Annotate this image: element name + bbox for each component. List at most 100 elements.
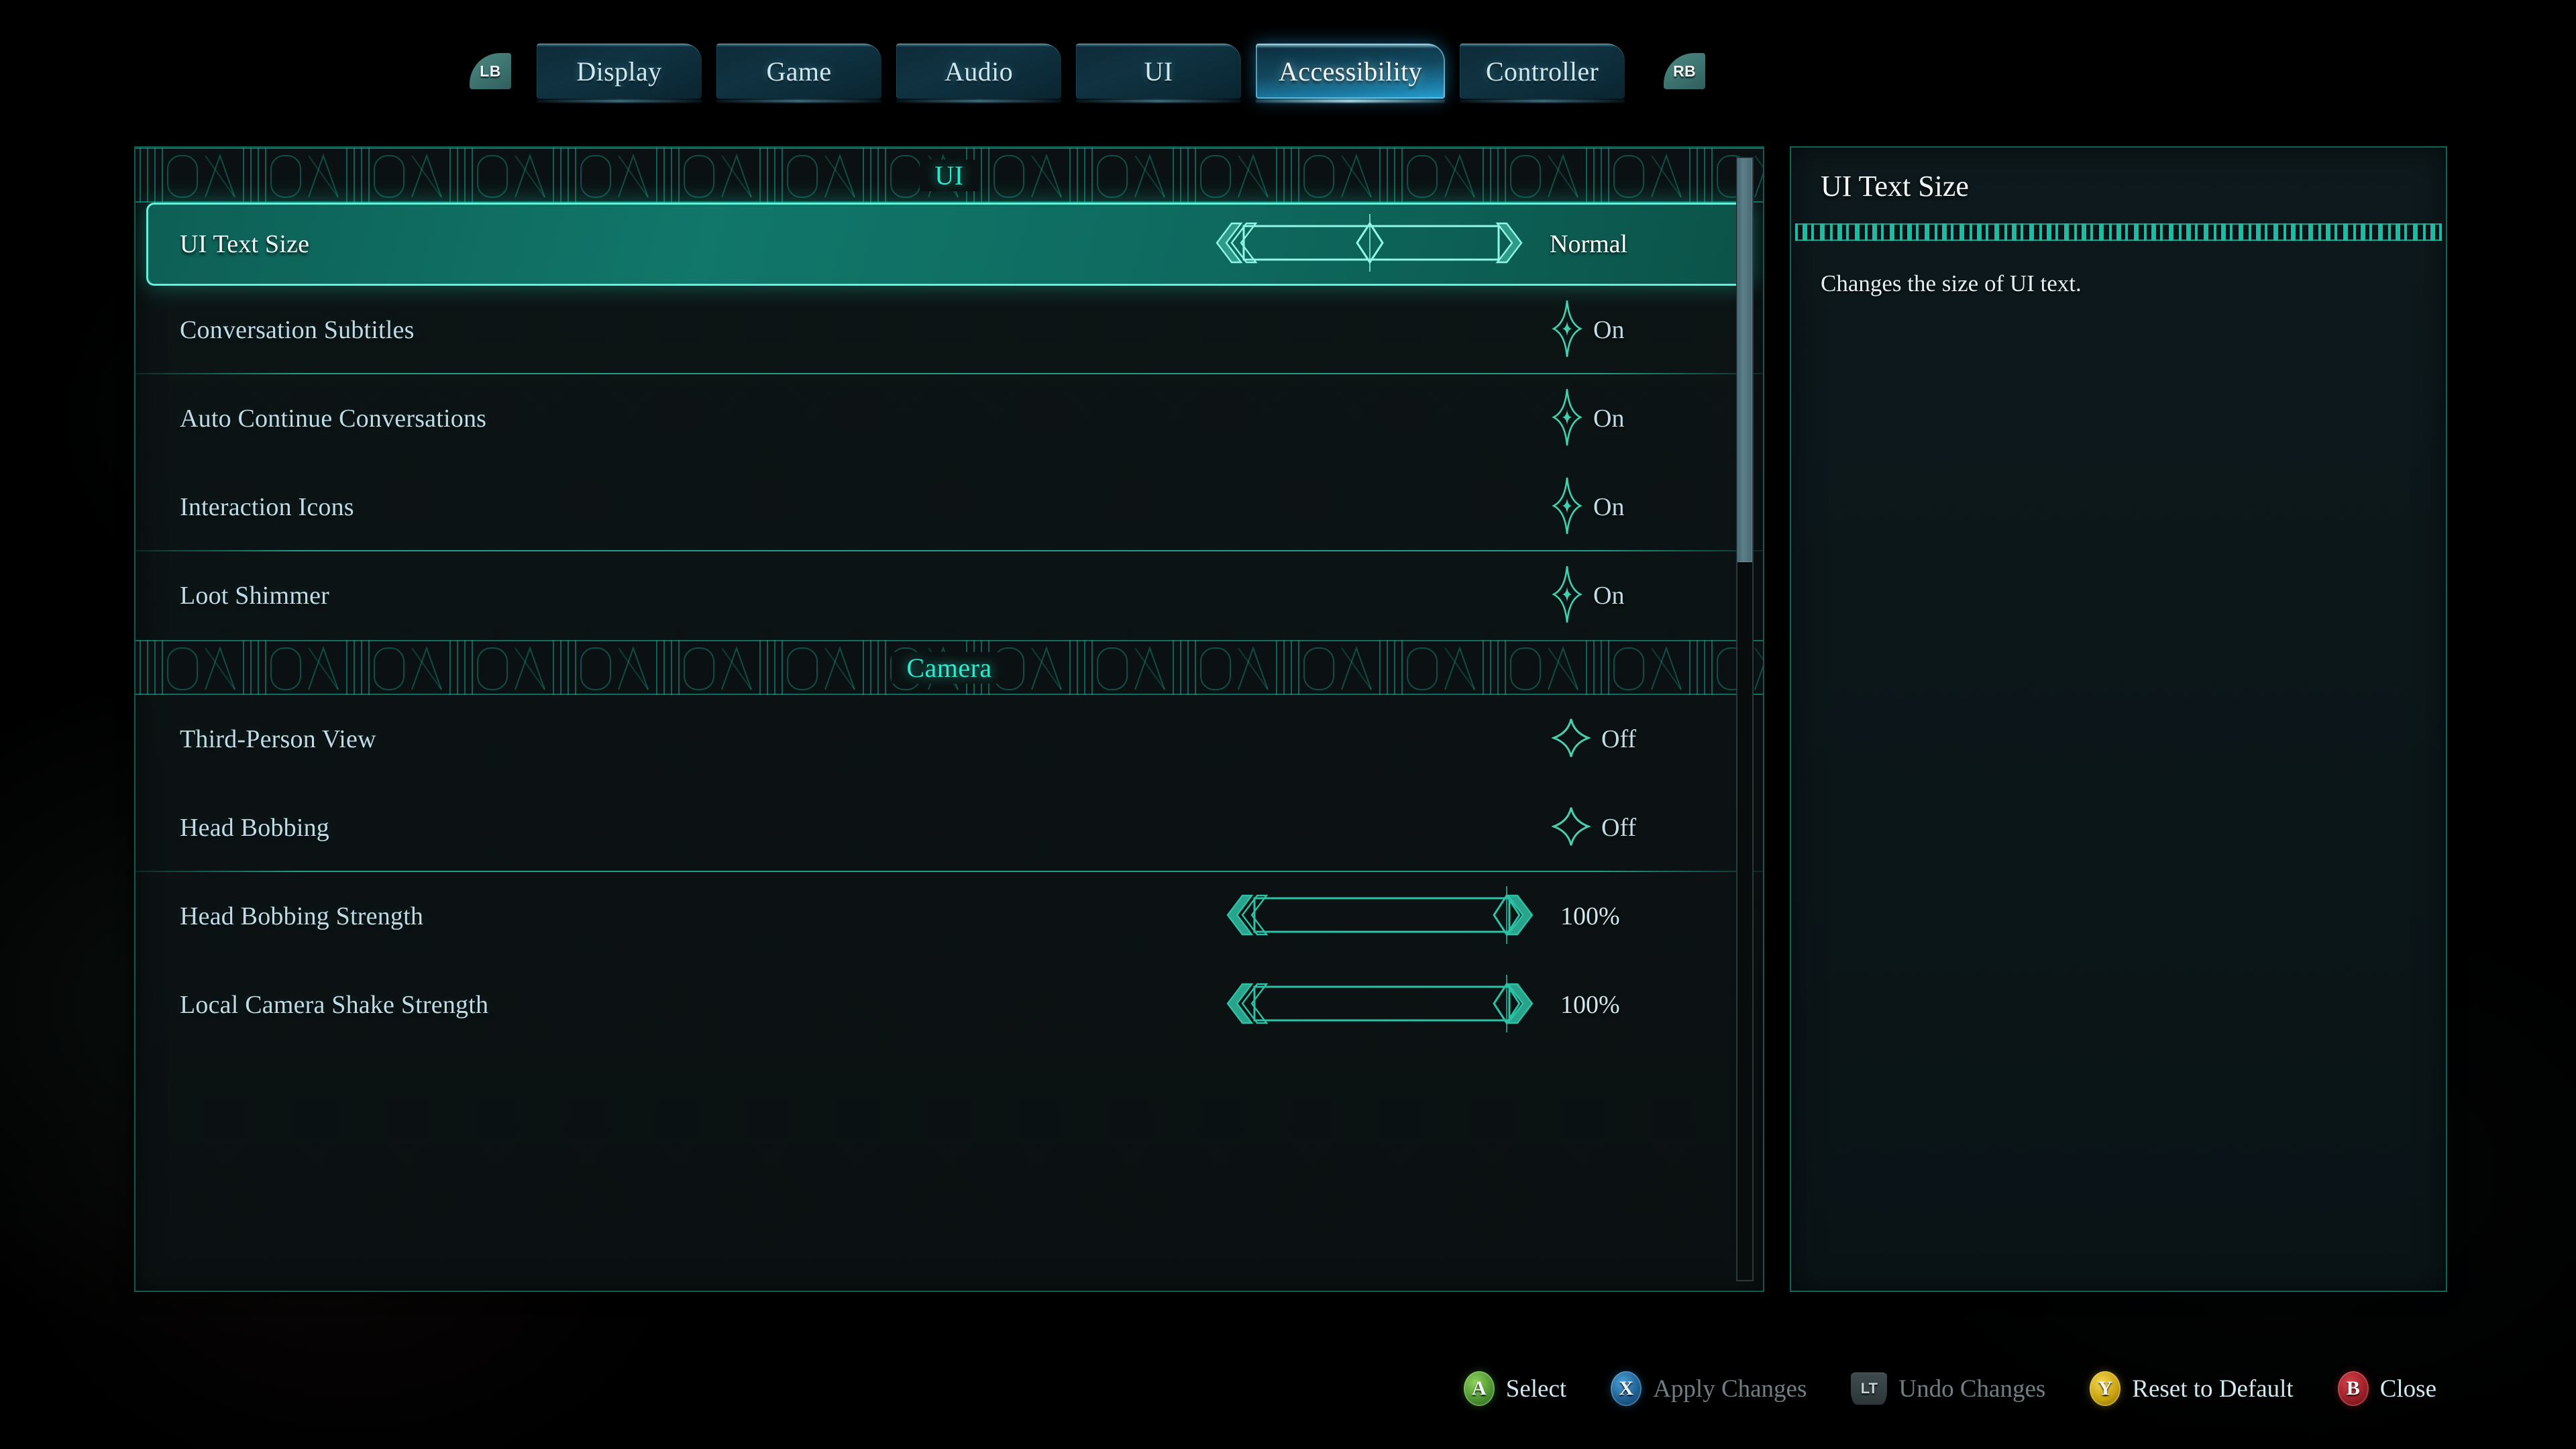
settings-scrollbar[interactable] <box>1736 157 1754 1281</box>
setting-control: On <box>877 374 1763 463</box>
setting-label: Head Bobbing <box>180 814 329 842</box>
toggle-on-icon[interactable] <box>1552 299 1582 362</box>
footer-hint-bar: A Select X Apply Changes LT Undo Changes Y Rese… <box>0 1328 2576 1449</box>
setting-label: Conversation Subtitles <box>180 316 415 344</box>
setting-toggle[interactable]: On <box>1552 565 1624 627</box>
setting-row[interactable]: Head Bobbing Strength 100% <box>136 872 1763 961</box>
setting-label: Local Camera Shake Strength <box>180 991 489 1019</box>
button-badge-y-icon: Y <box>2090 1371 2121 1406</box>
setting-toggle[interactable]: On <box>1552 388 1624 450</box>
slider-decrease-arrow <box>1226 983 1269 1024</box>
bumper-lb-icon[interactable]: LB <box>470 53 511 89</box>
tabs-container: Display Game Audio UI Accessibility Controlle… <box>537 44 1640 99</box>
setting-control-inner: Off <box>877 806 1763 851</box>
setting-control: Off <box>877 784 1763 872</box>
slider-track[interactable] <box>1213 974 1548 1036</box>
slider-track[interactable] <box>1202 213 1538 275</box>
slider-increase-arrow <box>1495 222 1523 263</box>
setting-row[interactable]: Conversation Subtitles On <box>136 286 1763 374</box>
setting-row[interactable]: Third-Person View Off <box>136 695 1763 784</box>
setting-toggle[interactable]: Off <box>1550 717 1637 762</box>
toggle-value: On <box>1593 582 1625 610</box>
setting-row[interactable]: Head Bobbing Off <box>136 784 1763 872</box>
bumper-lb-label: LB <box>480 62 501 80</box>
tab-label: UI <box>1144 56 1173 87</box>
setting-slider[interactable]: 100% <box>1213 885 1620 947</box>
hint-apply-changes[interactable]: X Apply Changes <box>1611 1371 1807 1406</box>
hint-label: Reset to Default <box>2132 1375 2294 1403</box>
tab-audio[interactable]: Audio <box>896 44 1061 99</box>
settings-list-panel: UI UI Text Size Normal Conversation Subtit… <box>134 146 1764 1292</box>
bumper-rb-label: RB <box>1672 62 1697 80</box>
toggle-value: On <box>1593 493 1625 521</box>
toggle-value: On <box>1593 316 1625 344</box>
setting-slider[interactable]: 100% <box>1213 974 1620 1036</box>
setting-label: Third-Person View <box>180 725 376 753</box>
toggle-on-icon[interactable] <box>1552 388 1582 450</box>
slider-track[interactable] <box>1213 885 1548 947</box>
setting-toggle[interactable]: Off <box>1550 806 1637 851</box>
toggle-on-icon[interactable] <box>1552 565 1582 627</box>
tab-ui[interactable]: UI <box>1076 44 1241 99</box>
setting-control-inner: Normal <box>867 213 1752 275</box>
setting-control: On <box>877 286 1763 374</box>
setting-toggle[interactable]: On <box>1552 476 1624 539</box>
setting-row[interactable]: Interaction Icons On <box>136 463 1763 551</box>
slider-value: 100% <box>1560 902 1620 930</box>
tab-accessibility[interactable]: Accessibility <box>1256 44 1445 99</box>
hint-reset-to-default[interactable]: Y Reset to Default <box>2090 1371 2294 1406</box>
tab-game[interactable]: Game <box>716 44 881 99</box>
toggle-off-icon[interactable] <box>1550 806 1592 851</box>
toggle-value: Off <box>1601 725 1637 753</box>
setting-control: On <box>877 463 1763 551</box>
setting-slider[interactable]: Normal <box>1202 213 1628 275</box>
tab-label: Accessibility <box>1279 56 1423 87</box>
scrollbar-thumb[interactable] <box>1737 158 1752 562</box>
tab-label: Game <box>766 56 832 87</box>
tab-controller[interactable]: Controller <box>1460 44 1625 99</box>
info-panel-title: UI Text Size <box>1821 170 1969 203</box>
toggle-on-icon[interactable] <box>1552 476 1582 539</box>
setting-control-inner: On <box>877 476 1763 539</box>
hint-label: Select <box>1505 1375 1567 1403</box>
section-header-label: Camera <box>892 651 1007 684</box>
section-header-camera: Camera <box>136 640 1763 695</box>
toggle-value: Off <box>1601 814 1637 842</box>
hint-select[interactable]: A Select <box>1463 1371 1567 1406</box>
setting-control-inner: On <box>877 299 1763 362</box>
setting-label: Auto Continue Conversations <box>180 405 487 433</box>
setting-toggle[interactable]: On <box>1552 299 1624 362</box>
setting-control-inner: On <box>877 565 1763 627</box>
hint-undo-changes[interactable]: LT Undo Changes <box>1851 1373 2045 1405</box>
section-header-label: UI <box>920 159 979 191</box>
toggle-value: On <box>1593 405 1625 433</box>
setting-row[interactable]: UI Text Size Normal <box>146 203 1752 286</box>
setting-control: Normal <box>867 203 1752 286</box>
hint-label: Close <box>2379 1375 2436 1403</box>
slider-value: 100% <box>1560 991 1620 1019</box>
setting-control: On <box>877 551 1763 640</box>
hint-close[interactable]: B Close <box>2337 1371 2436 1406</box>
setting-control-inner: 100% <box>877 885 1763 947</box>
button-badge-b-icon: B <box>2337 1371 2369 1406</box>
setting-control-inner: On <box>877 388 1763 450</box>
settings-list: UI UI Text Size Normal Conversation Subtit… <box>136 148 1763 1049</box>
setting-label: Interaction Icons <box>180 493 354 521</box>
info-panel: UI Text Size Changes the size of UI text… <box>1790 146 2447 1292</box>
tab-bar: LB Display Game Audio UI Accessibility Contro… <box>0 39 2576 103</box>
setting-control: 100% <box>877 872 1763 961</box>
setting-control-inner: Off <box>877 717 1763 762</box>
setting-label: UI Text Size <box>180 230 310 258</box>
setting-control: Off <box>877 695 1763 784</box>
tab-label: Audio <box>945 56 1013 87</box>
bumper-rb-icon[interactable]: RB <box>1664 53 1706 89</box>
tab-display[interactable]: Display <box>537 44 702 99</box>
slider-value: Normal <box>1550 230 1628 258</box>
tab-label: Display <box>576 56 662 87</box>
button-badge-x-icon: X <box>1611 1371 1642 1406</box>
toggle-off-icon[interactable] <box>1550 717 1592 762</box>
setting-row[interactable]: Auto Continue Conversations On <box>136 374 1763 463</box>
setting-row[interactable]: Loot Shimmer On <box>136 551 1763 640</box>
tab-label: Controller <box>1485 56 1599 87</box>
setting-row[interactable]: Local Camera Shake Strength 100% <box>136 961 1763 1049</box>
